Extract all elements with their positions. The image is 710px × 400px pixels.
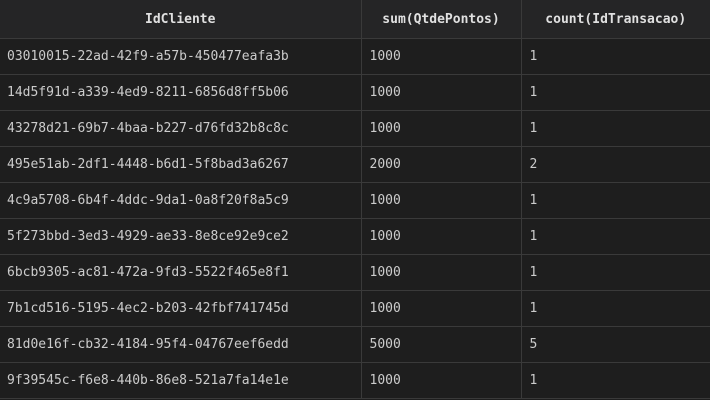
table-row[interactable]: 43278d21-69b7-4baa-b227-d76fd32b8c8c 1000…: [0, 110, 710, 147]
cell-count-idtransacao[interactable]: 1: [521, 290, 710, 327]
cell-idcliente[interactable]: 5f273bbd-3ed3-4929-ae33-8e8ce92e9ce2: [0, 218, 362, 255]
cell-sum-qtdepontos[interactable]: 1000: [361, 110, 522, 147]
cell-sum-qtdepontos[interactable]: 5000: [361, 326, 522, 363]
cell-count-idtransacao[interactable]: 1: [521, 74, 710, 111]
table-row[interactable]: 9f39545c-f6e8-440b-86e8-521a7fa14e1e 1000…: [0, 362, 710, 399]
cell-sum-qtdepontos[interactable]: 1000: [361, 182, 522, 219]
column-header-idcliente[interactable]: IdCliente: [0, 0, 362, 39]
table-row[interactable]: 14d5f91d-a339-4ed9-8211-6856d8ff5b06 1000…: [0, 74, 710, 111]
cell-idcliente[interactable]: 43278d21-69b7-4baa-b227-d76fd32b8c8c: [0, 110, 362, 147]
cell-sum-qtdepontos[interactable]: 1000: [361, 74, 522, 111]
table-row[interactable]: 81d0e16f-cb32-4184-95f4-04767eef6edd 5000…: [0, 326, 710, 363]
cell-count-idtransacao[interactable]: 1: [521, 182, 710, 219]
results-header: IdCliente sum(QtdePontos) count(IdTransa…: [0, 0, 710, 39]
header-row: IdCliente sum(QtdePontos) count(IdTransa…: [0, 0, 710, 39]
table-row[interactable]: 495e51ab-2df1-4448-b6d1-5f8bad3a6267 2000…: [0, 146, 710, 183]
results-body: 03010015-22ad-42f9-a57b-450477eafa3b 1000…: [0, 38, 710, 399]
results-table: IdCliente sum(QtdePontos) count(IdTransa…: [0, 0, 710, 399]
cell-sum-qtdepontos[interactable]: 1000: [361, 290, 522, 327]
table-row[interactable]: 6bcb9305-ac81-472a-9fd3-5522f465e8f1 1000…: [0, 254, 710, 291]
cell-count-idtransacao[interactable]: 5: [521, 326, 710, 363]
cell-idcliente[interactable]: 03010015-22ad-42f9-a57b-450477eafa3b: [0, 38, 362, 75]
cell-idcliente[interactable]: 81d0e16f-cb32-4184-95f4-04767eef6edd: [0, 326, 362, 363]
cell-idcliente[interactable]: 6bcb9305-ac81-472a-9fd3-5522f465e8f1: [0, 254, 362, 291]
table-row[interactable]: 03010015-22ad-42f9-a57b-450477eafa3b 1000…: [0, 38, 710, 75]
column-header-sum-qtdepontos[interactable]: sum(QtdePontos): [361, 0, 522, 39]
cell-sum-qtdepontos[interactable]: 1000: [361, 362, 522, 399]
cell-sum-qtdepontos[interactable]: 1000: [361, 254, 522, 291]
cell-sum-qtdepontos[interactable]: 1000: [361, 218, 522, 255]
cell-count-idtransacao[interactable]: 1: [521, 254, 710, 291]
cell-idcliente[interactable]: 14d5f91d-a339-4ed9-8211-6856d8ff5b06: [0, 74, 362, 111]
cell-count-idtransacao[interactable]: 1: [521, 362, 710, 399]
cell-idcliente[interactable]: 495e51ab-2df1-4448-b6d1-5f8bad3a6267: [0, 146, 362, 183]
cell-count-idtransacao[interactable]: 1: [521, 218, 710, 255]
cell-idcliente[interactable]: 9f39545c-f6e8-440b-86e8-521a7fa14e1e: [0, 362, 362, 399]
table-row[interactable]: 7b1cd516-5195-4ec2-b203-42fbf741745d 1000…: [0, 290, 710, 327]
cell-count-idtransacao[interactable]: 1: [521, 38, 710, 75]
cell-count-idtransacao[interactable]: 1: [521, 110, 710, 147]
cell-idcliente[interactable]: 4c9a5708-6b4f-4ddc-9da1-0a8f20f8a5c9: [0, 182, 362, 219]
cell-sum-qtdepontos[interactable]: 1000: [361, 38, 522, 75]
cell-idcliente[interactable]: 7b1cd516-5195-4ec2-b203-42fbf741745d: [0, 290, 362, 327]
column-header-count-idtransacao[interactable]: count(IdTransacao): [521, 0, 710, 39]
table-row[interactable]: 5f273bbd-3ed3-4929-ae33-8e8ce92e9ce2 1000…: [0, 218, 710, 255]
cell-count-idtransacao[interactable]: 2: [521, 146, 710, 183]
cell-sum-qtdepontos[interactable]: 2000: [361, 146, 522, 183]
table-row[interactable]: 4c9a5708-6b4f-4ddc-9da1-0a8f20f8a5c9 1000…: [0, 182, 710, 219]
